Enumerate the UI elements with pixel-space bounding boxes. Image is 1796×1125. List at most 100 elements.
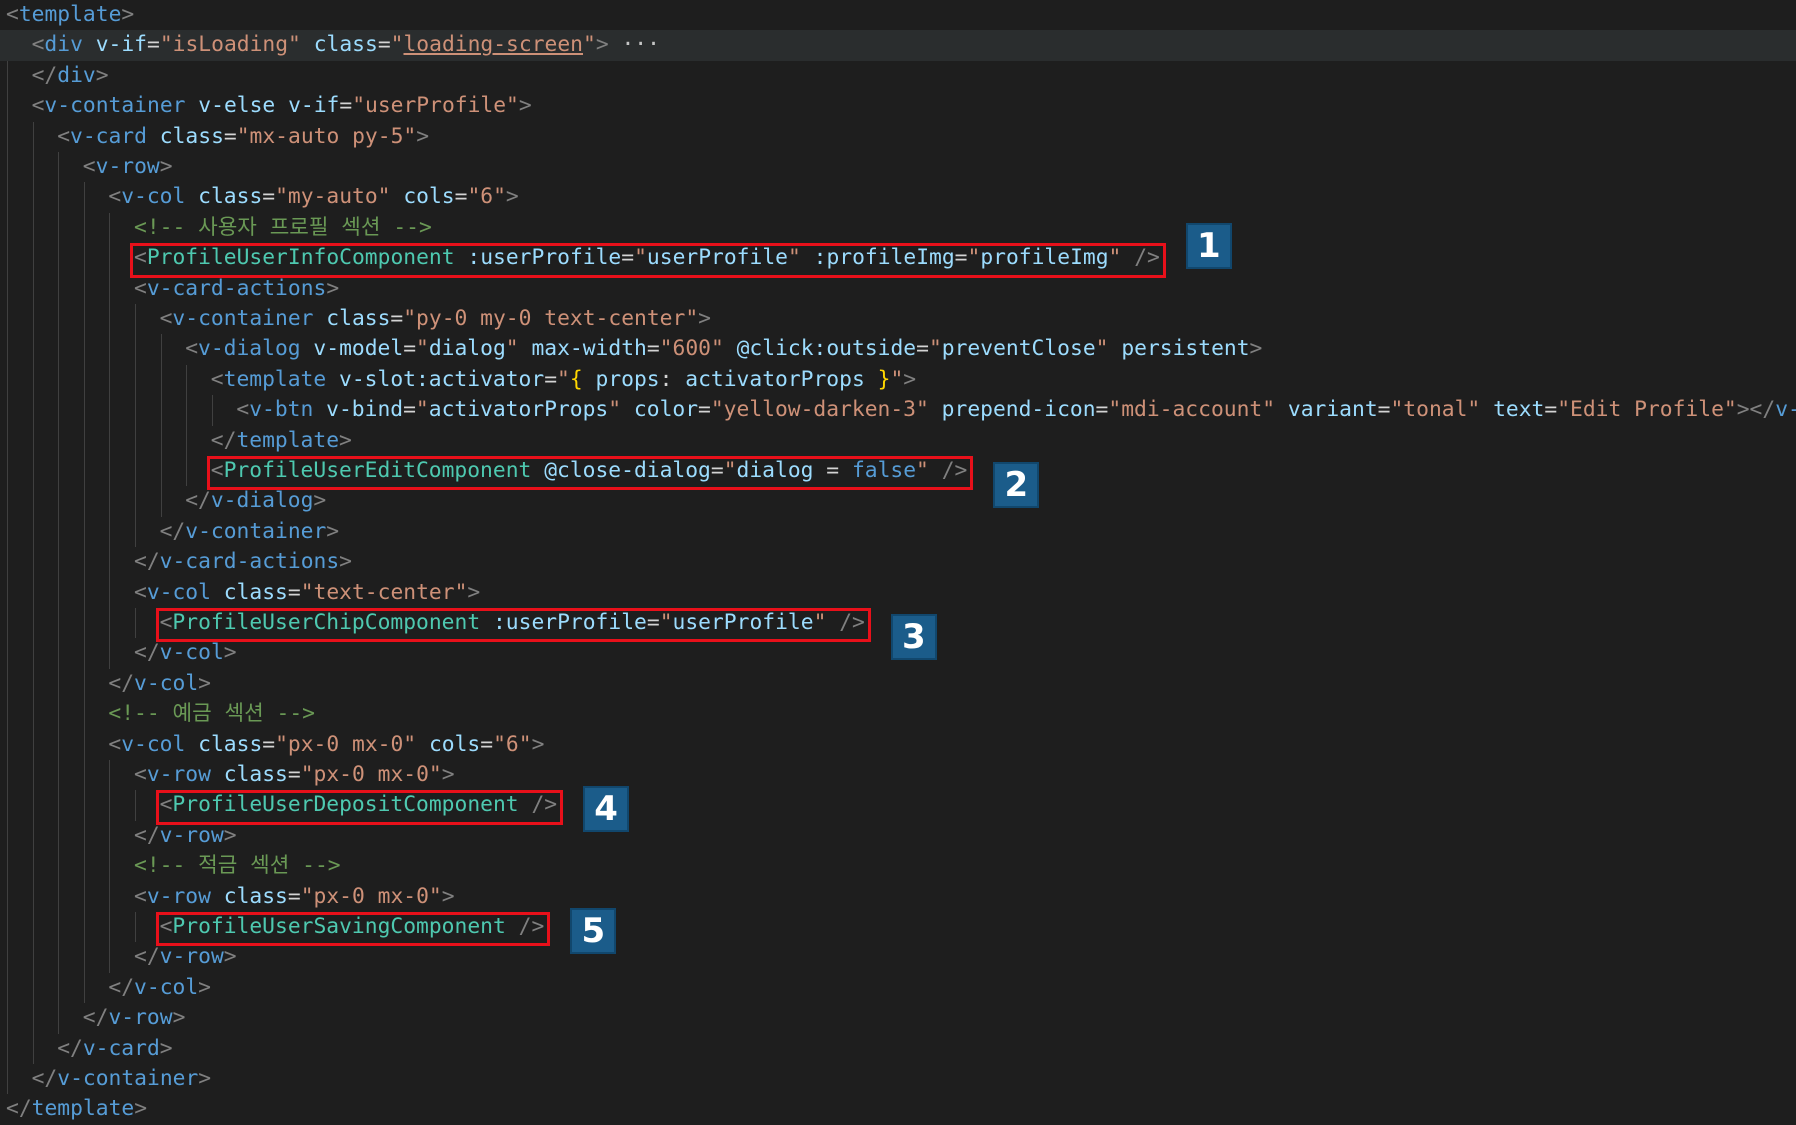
code-line[interactable]: </v-col> xyxy=(6,638,237,668)
code-token: props xyxy=(595,366,660,392)
code-editor[interactable]: <template> <div v-if="isLoading" class="l… xyxy=(0,0,1796,1125)
annotation-badge: 4 xyxy=(583,786,630,833)
code-token: = xyxy=(377,32,391,58)
code-token: = xyxy=(339,93,353,119)
code-line[interactable]: </v-row> xyxy=(6,942,237,972)
code-token: v-btn xyxy=(249,397,314,423)
code-line[interactable]: <v-row> xyxy=(6,152,173,182)
code-token: </ xyxy=(159,518,186,544)
code-line[interactable]: <v-card-actions> xyxy=(6,274,339,304)
code-token: </ xyxy=(31,1066,58,1091)
code-token: = xyxy=(287,579,301,605)
code-token: > xyxy=(172,1005,186,1031)
code-line[interactable]: <template v-slot:activator="{ props: act… xyxy=(6,365,916,395)
code-token: </ xyxy=(134,640,160,666)
code-token: "py-0 my-0 text-center" xyxy=(403,306,699,331)
code-token: "px-0 mx-0" xyxy=(275,731,417,757)
code-token: } xyxy=(877,366,891,392)
code-line[interactable]: </v-card> xyxy=(6,1034,172,1064)
code-token: template xyxy=(31,1096,135,1122)
code-token: preventClose xyxy=(941,336,1096,362)
code-token: cols xyxy=(428,731,481,757)
code-line[interactable]: <v-row class="px-0 mx-0"> xyxy=(6,760,455,790)
code-token: > xyxy=(467,579,481,605)
code-token: activatorProps xyxy=(685,366,865,392)
code-token: </ xyxy=(108,974,135,1000)
code-token: v-model xyxy=(313,336,404,362)
code-token: = xyxy=(262,731,276,757)
code-token: > xyxy=(595,32,609,58)
code-line[interactable]: </v-dialog> xyxy=(6,486,326,516)
code-token: " xyxy=(608,397,622,423)
code-line[interactable]: </v-col> xyxy=(6,669,211,699)
code-token: > xyxy=(339,549,352,575)
code-line[interactable]: <v-container class="py-0 my-0 text-cente… xyxy=(6,304,711,334)
code-token: "userProfile" xyxy=(352,93,519,119)
code-line[interactable]: </v-row> xyxy=(6,821,237,851)
code-line[interactable]: <v-card class="mx-auto py-5"> xyxy=(6,122,429,152)
code-line[interactable]: <v-col class="text-center"> xyxy=(6,578,480,608)
code-token: = xyxy=(147,32,160,58)
code-token: " xyxy=(390,32,404,58)
code-token: = xyxy=(1095,397,1109,423)
code-line[interactable]: <v-col class="px-0 mx-0" cols="6"> xyxy=(6,730,544,760)
code-token: dialog xyxy=(428,336,506,362)
code-token: " xyxy=(416,336,429,362)
code-line[interactable]: </v-col> xyxy=(6,973,211,1003)
code-token: = xyxy=(544,366,558,392)
code-line[interactable]: </template> xyxy=(6,426,352,456)
code-token: > xyxy=(339,427,352,453)
code-token: < xyxy=(6,2,19,27)
code-token: div xyxy=(57,62,96,88)
code-token: </ xyxy=(134,822,160,848)
code-token: "px-0 mx-0" xyxy=(300,883,442,909)
code-line[interactable]: </v-row> xyxy=(6,1003,186,1033)
code-token: " xyxy=(928,336,942,362)
code-line[interactable]: <v-dialog v-model="dialog" max-width="60… xyxy=(6,334,1262,364)
code-token: < xyxy=(159,306,173,331)
annotation-badge: 5 xyxy=(570,908,617,954)
code-line[interactable]: <v-row class="px-0 mx-0"> xyxy=(6,882,455,912)
code-token: v-dialog xyxy=(198,336,301,362)
code-token: v-if xyxy=(95,32,148,58)
code-line[interactable]: <div v-if="isLoading" class="loading-scr… xyxy=(0,30,1796,61)
code-token: </ xyxy=(57,1035,83,1061)
code-line[interactable]: <v-btn v-bind="activatorProps" color="ye… xyxy=(6,395,1796,425)
code-token: v-col xyxy=(121,731,186,757)
code-token: v-card-actions xyxy=(146,275,327,301)
code-token: </ xyxy=(6,1096,32,1122)
code-line[interactable]: <!-- 사용자 프로필 섹션 --> xyxy=(6,213,432,243)
code-token: { xyxy=(569,366,583,392)
code-line[interactable]: <v-container v-else v-if="userProfile"> xyxy=(6,91,532,121)
code-token: "px-0 mx-0" xyxy=(300,762,442,787)
code-token: > xyxy=(313,488,327,514)
code-line[interactable]: <!-- 적금 섹션 --> xyxy=(6,851,341,881)
code-line[interactable]: <template> xyxy=(6,0,134,30)
highlight-box xyxy=(155,790,564,825)
code-line[interactable]: <v-col class="my-auto" cols="6"> xyxy=(6,182,518,212)
code-line[interactable]: </template> xyxy=(6,1094,147,1124)
code-line[interactable]: </v-container> xyxy=(6,517,340,547)
code-token: </ xyxy=(134,944,160,970)
code-line[interactable]: </v-card-actions> xyxy=(6,547,352,577)
code-line[interactable]: </v-container> xyxy=(6,1064,212,1094)
code-token: "text-center" xyxy=(300,579,468,605)
code-token: " xyxy=(1095,336,1109,362)
code-token: v-slot:activator xyxy=(339,366,545,392)
code-token: ··· xyxy=(608,32,660,58)
code-token: v-col xyxy=(121,184,186,210)
code-line[interactable]: </div> xyxy=(6,61,109,91)
code-token: < xyxy=(31,93,45,119)
code-token: loading-screen xyxy=(403,32,583,58)
code-token: @click:outside xyxy=(736,336,917,362)
code-line[interactable]: <!-- 예금 섹션 --> xyxy=(6,699,315,729)
code-token: > xyxy=(223,944,237,970)
code-token: variant xyxy=(1287,397,1378,423)
